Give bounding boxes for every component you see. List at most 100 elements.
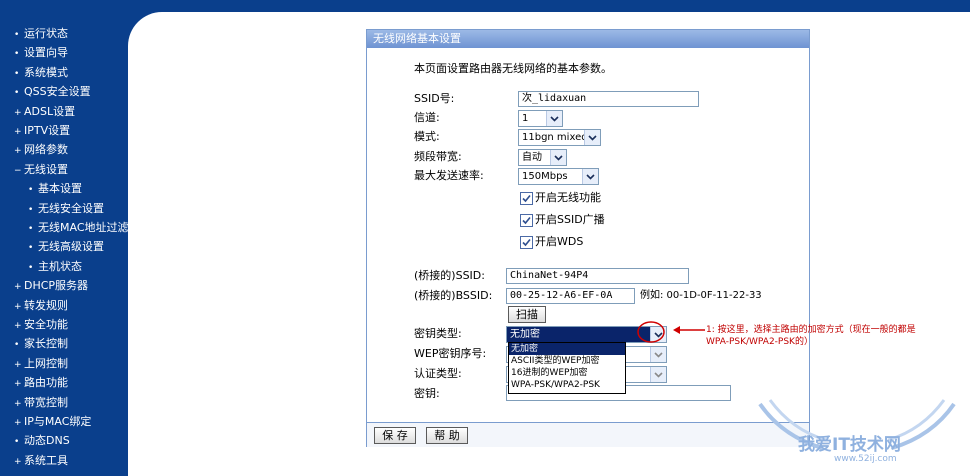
chevron-down-icon[interactable]	[582, 169, 598, 184]
sidebar-item-label: 无线MAC地址过滤	[38, 221, 129, 234]
sidebar-item-label: QSS安全设置	[24, 85, 91, 99]
sidebar-item[interactable]: + 带宽控制	[14, 396, 68, 411]
sidebar-item[interactable]: + IP与MAC绑定	[14, 415, 91, 430]
ssid-input[interactable]: 次_lidaxuan	[518, 91, 699, 107]
key-type-option[interactable]: WPA-PSK/WPA2-PSK	[509, 379, 625, 391]
sidebar-item-label: 无线设置	[24, 162, 68, 176]
wep-index-label: WEP密钥序号:	[414, 347, 487, 360]
sidebar-item-marker: +	[14, 456, 22, 467]
sidebar-item[interactable]: + DHCP服务器	[14, 279, 88, 294]
scan-button[interactable]: 扫描	[508, 306, 546, 323]
enable-wireless-checkbox[interactable]	[520, 192, 533, 205]
max-rate-value: 150Mbps	[522, 171, 568, 182]
check-icon	[522, 194, 531, 203]
annotation-line-1: 1: 按这里，选择主路由的加密方式（现在一般的都是	[706, 325, 916, 335]
check-icon	[522, 216, 531, 225]
sidebar-item[interactable]: + 路由功能	[14, 376, 68, 391]
sidebar-item-marker: •	[28, 224, 34, 234]
sidebar-item-marker: −	[14, 165, 22, 176]
sidebar-item[interactable]: + ADSL设置	[14, 105, 75, 120]
chevron-down-icon[interactable]	[584, 130, 600, 145]
chevron-down-icon[interactable]	[650, 347, 666, 362]
watermark-url: www.52ij.com	[834, 454, 897, 464]
chevron-down-icon[interactable]	[650, 367, 666, 382]
key-type-option[interactable]: 无加密	[509, 343, 625, 355]
enable-wds-checkbox[interactable]	[520, 236, 533, 249]
panel-title: 无线网络基本设置	[373, 32, 461, 45]
sidebar-item-marker: +	[14, 379, 22, 390]
bridge-ssid-label: (桥接的)SSID:	[414, 269, 485, 282]
help-button[interactable]: 帮 助	[426, 427, 468, 444]
sidebar-item-label: 上网控制	[24, 356, 68, 370]
sidebar-item-label: IPTV设置	[24, 124, 71, 137]
sidebar-item[interactable]: − 无线设置	[14, 163, 68, 178]
sidebar-item[interactable]: • 主机状态	[28, 260, 82, 275]
sidebar-item-marker: •	[14, 340, 20, 351]
mode-value: 11bgn mixed	[522, 132, 588, 143]
key-type-label: 密钥类型:	[414, 327, 462, 340]
sidebar-item-label: 转发规则	[24, 298, 68, 312]
auth-type-label: 认证类型:	[414, 367, 462, 380]
bridge-bssid-input[interactable]: 00-25-12-A6-EF-0A	[506, 288, 635, 304]
highlight-circle-icon	[637, 321, 665, 343]
sidebar-item-marker: +	[14, 301, 22, 312]
sidebar-item[interactable]: • 运行状态	[14, 27, 68, 42]
key-type-option[interactable]: 16进制的WEP加密	[509, 367, 625, 379]
sidebar-item[interactable]: + 系统工具	[14, 454, 68, 469]
mode-select[interactable]: 11bgn mixed	[518, 129, 601, 146]
sidebar-item-marker: +	[14, 321, 22, 331]
sidebar-item-label: 运行状态	[24, 27, 68, 40]
sidebar-item[interactable]: • 无线安全设置	[28, 202, 104, 217]
sidebar-item-marker: •	[14, 30, 20, 40]
mode-label: 模式:	[414, 130, 440, 143]
panel-header: 无线网络基本设置	[367, 30, 809, 48]
check-icon	[522, 238, 531, 247]
sidebar-item[interactable]: + IPTV设置	[14, 124, 70, 139]
sidebar-item-marker: •	[28, 243, 34, 254]
channel-label: 信道:	[414, 111, 440, 124]
sidebar-item[interactable]: + 转发规则	[14, 299, 68, 314]
sidebar-item-marker: +	[14, 107, 22, 118]
sidebar-item[interactable]: • 无线MAC地址过滤	[28, 221, 129, 236]
sidebar-item-marker: •	[28, 262, 34, 273]
watermark-brand: 我爱IT技术网	[798, 435, 901, 455]
sidebar-item[interactable]: + 安全功能	[14, 318, 68, 333]
bandwidth-select[interactable]: 自动	[518, 149, 567, 166]
enable-ssid-broadcast-checkbox[interactable]	[520, 214, 533, 227]
ssid-label: SSID号:	[414, 92, 455, 105]
sidebar-item[interactable]: • 设置向导	[14, 46, 68, 61]
key-type-value: 无加密	[510, 329, 540, 340]
sidebar-item[interactable]: + 网络参数	[14, 143, 68, 158]
sidebar-item[interactable]: • 无线高级设置	[28, 240, 104, 255]
sidebar-item-marker: +	[14, 282, 22, 293]
sidebar-item-marker: •	[14, 68, 20, 79]
key-type-dropdown: 无加密 ASCII类型的WEP加密 16进制的WEP加密 WPA-PSK/WPA2-P…	[508, 342, 626, 394]
key-type-option[interactable]: ASCII类型的WEP加密	[509, 355, 625, 367]
sidebar-item-label: 家长控制	[24, 337, 68, 351]
sidebar-item-label: 基本设置	[38, 182, 82, 196]
sidebar-item-marker: +	[14, 359, 22, 370]
sidebar-item-marker: +	[14, 146, 22, 157]
sidebar-item-marker: •	[28, 204, 34, 215]
sidebar-item-label: 系统工具	[24, 453, 68, 467]
sidebar-item[interactable]: + 上网控制	[14, 357, 68, 372]
sidebar-item[interactable]: • QSS安全设置	[14, 85, 91, 100]
sidebar-item-label: 系统模式	[24, 65, 68, 79]
arrow-left-icon	[673, 326, 705, 334]
sidebar-item-marker: +	[14, 127, 22, 137]
sidebar-item-marker: •	[14, 437, 20, 448]
bridge-ssid-input[interactable]: ChinaNet-94P4	[506, 268, 689, 284]
sidebar-item[interactable]: • 家长控制	[14, 337, 68, 352]
enable-wireless-label: 开启无线功能	[535, 191, 601, 204]
sidebar-item-marker: +	[14, 418, 22, 428]
sidebar-item[interactable]: • 动态DNS	[14, 434, 70, 449]
sidebar-item[interactable]: • 基本设置	[28, 182, 82, 197]
channel-select[interactable]: 1	[518, 110, 563, 127]
chevron-down-icon[interactable]	[550, 150, 566, 165]
annotation-line-2: WPA-PSK/WPA2-PSK的）	[706, 337, 813, 347]
watermark: 我爱IT技术网 www.52ij.com	[752, 396, 962, 472]
save-button[interactable]: 保 存	[374, 427, 416, 444]
chevron-down-icon[interactable]	[546, 111, 562, 126]
sidebar-item[interactable]: • 系统模式	[14, 66, 68, 81]
max-rate-select[interactable]: 150Mbps	[518, 168, 599, 185]
